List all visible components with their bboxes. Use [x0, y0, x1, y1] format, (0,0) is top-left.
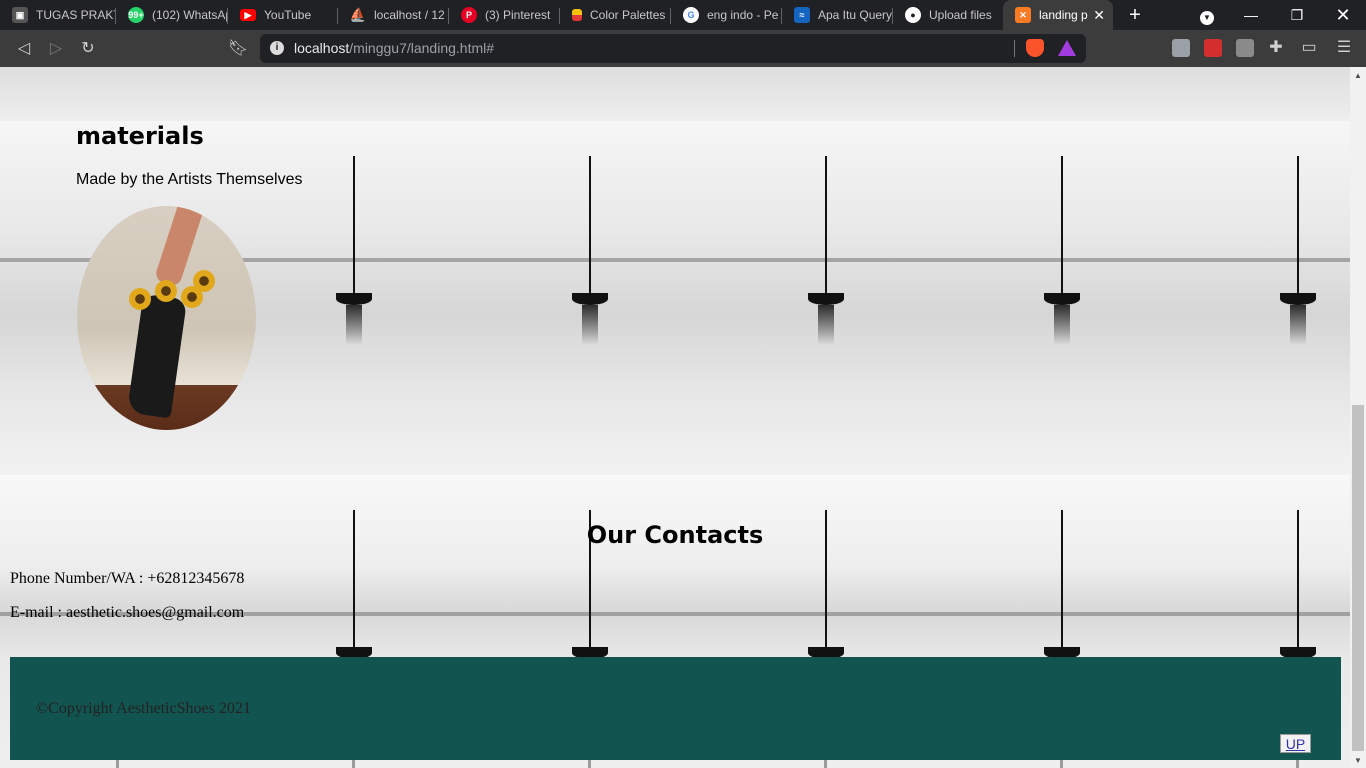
wallet-icon[interactable]: ▭: [1298, 37, 1320, 59]
restore-button[interactable]: ❐: [1274, 0, 1320, 30]
palette-icon: [572, 9, 582, 21]
tab-label: localhost / 12: [374, 8, 445, 22]
tab-tugas[interactable]: ▣ TUGAS PRAKT: [0, 0, 116, 30]
scroll-up-button[interactable]: UP: [1280, 734, 1311, 753]
whatsapp-icon: 99+: [128, 7, 144, 23]
tab-label: TUGAS PRAKT: [36, 8, 116, 22]
tab-whatsapp[interactable]: 99+ (102) WhatsAp: [116, 0, 228, 30]
tab-google[interactable]: G eng indo - Pe: [671, 0, 782, 30]
forward-button[interactable]: ▷: [45, 38, 67, 60]
back-button[interactable]: ◁: [13, 38, 35, 60]
background-band: [0, 67, 1350, 121]
scroll-down-arrow-icon[interactable]: ▼: [1353, 756, 1363, 765]
contacts-heading: Our Contacts: [586, 521, 764, 549]
extensions-puzzle-icon[interactable]: ✚: [1265, 37, 1287, 59]
github-icon: ●: [905, 7, 921, 23]
scrollbar-thumb[interactable]: [1352, 405, 1364, 751]
copyright-text: ©Copyright AestheticShoes 2021: [36, 700, 251, 717]
reload-button[interactable]: ↻: [77, 38, 99, 60]
tab-search-button[interactable]: ▼: [1184, 0, 1230, 30]
email-address: E-mail : aesthetic.shoes@gmail.com: [10, 604, 245, 621]
tab-label: Color Palettes: [590, 8, 666, 22]
scroll-up-arrow-icon[interactable]: ▲: [1353, 71, 1363, 80]
address-bar[interactable]: i localhost/minggu7/landing.html#: [260, 34, 1086, 63]
browser-toolbar: ◁ ▷ ↻ 🔖︎ i localhost/minggu7/landing.htm…: [0, 30, 1366, 67]
background-band: [0, 475, 1350, 657]
materials-heading: materials: [76, 122, 204, 150]
page-viewport: materials Made by the Artists Themselves…: [0, 67, 1350, 768]
tab-color-palettes[interactable]: Color Palettes: [560, 0, 671, 30]
menu-icon[interactable]: ☰: [1333, 37, 1355, 59]
tab-label: (3) Pinterest: [485, 8, 551, 22]
page-icon: ▣: [12, 7, 28, 23]
extension-2-icon[interactable]: [1204, 39, 1222, 57]
tab-label: (102) WhatsAp: [152, 8, 228, 22]
tab-youtube[interactable]: ▶ YouTube: [228, 0, 338, 30]
materials-subtitle: Made by the Artists Themselves: [76, 171, 303, 188]
google-icon: G: [683, 7, 699, 23]
close-tab-icon[interactable]: ✕: [1093, 7, 1105, 24]
phone-number: Phone Number/WA : +62812345678: [10, 570, 245, 587]
tab-query[interactable]: ≈ Apa Itu Query: [782, 0, 893, 30]
tab-pinterest[interactable]: P (3) Pinterest: [449, 0, 560, 30]
new-tab-button[interactable]: +: [1124, 4, 1146, 26]
chevron-down-icon: ▼: [1200, 11, 1214, 25]
youtube-icon: ▶: [240, 9, 256, 21]
tab-label: Apa Itu Query: [818, 8, 893, 22]
site-info-icon[interactable]: i: [270, 41, 284, 55]
page-scrollbar[interactable]: ▲ ▼: [1350, 67, 1366, 768]
minimize-button[interactable]: —: [1228, 0, 1274, 30]
tab-label: YouTube: [264, 8, 312, 22]
brave-shield-icon[interactable]: [1026, 39, 1044, 57]
tab-bar: ▣ TUGAS PRAKT 99+ (102) WhatsAp ▶ YouTub…: [0, 0, 1366, 30]
phpmyadmin-icon: ⛵: [349, 7, 367, 22]
footer: ©Copyright AestheticShoes 2021 UP: [10, 657, 1341, 760]
query-icon: ≈: [794, 7, 810, 23]
xampp-icon: ✕: [1015, 7, 1031, 23]
url-text: localhost/minggu7/landing.html#: [294, 40, 495, 56]
extension-3-icon[interactable]: [1236, 39, 1254, 57]
tab-landing[interactable]: ✕ landing p ✕: [1003, 0, 1113, 30]
brave-rewards-icon[interactable]: [1058, 40, 1076, 56]
tab-github[interactable]: ● Upload files: [893, 0, 1003, 30]
tab-label: landing p: [1039, 8, 1088, 22]
bookmark-icon[interactable]: 🔖︎: [227, 38, 249, 60]
tab-label: eng indo - Pe: [707, 8, 779, 22]
pinterest-icon: P: [461, 7, 477, 23]
close-window-button[interactable]: ✕: [1320, 0, 1366, 30]
extension-1-icon[interactable]: [1172, 39, 1190, 57]
tab-label: Upload files: [929, 8, 992, 22]
product-image: [77, 206, 256, 430]
tab-localhost[interactable]: ⛵ localhost / 12: [338, 0, 449, 30]
